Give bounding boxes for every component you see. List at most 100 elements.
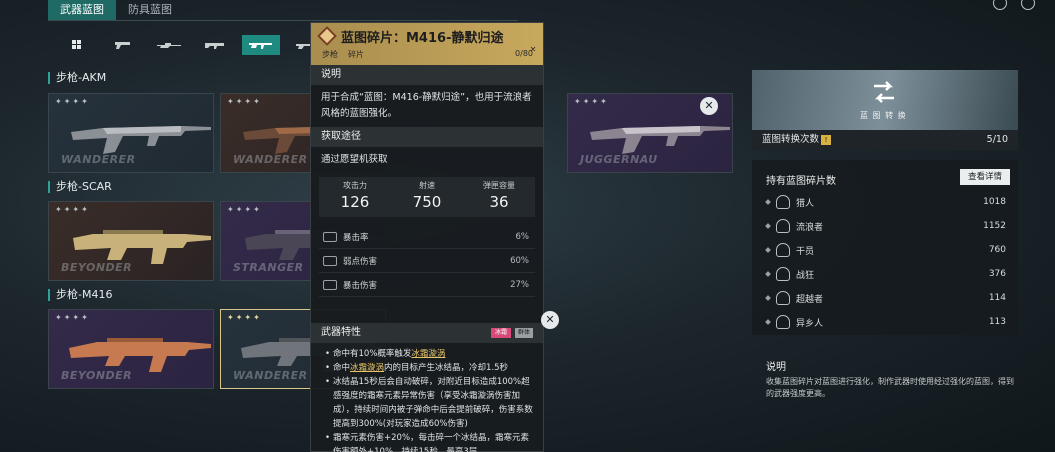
trait-header-label: 武器特性 bbox=[321, 327, 361, 338]
bullet-icon bbox=[765, 319, 771, 325]
stat-label: 射速 bbox=[419, 181, 435, 190]
frost-vortex-link[interactable]: 冰霜漩涡 bbox=[350, 363, 384, 373]
trait-item: 霜寒元素伤害+20%，每击碎一个冰结晶，霜寒元素伤害额外+10%，持续15秒，最… bbox=[325, 431, 533, 452]
trait-text: 命中有10%概率触发 bbox=[333, 349, 412, 359]
fragment-count: 376 bbox=[988, 269, 1006, 279]
rarity-stars: ✦✦✦✦ bbox=[55, 205, 90, 214]
section-label-m416: 步枪-M416 bbox=[48, 289, 112, 301]
crit-damage-icon bbox=[323, 279, 337, 290]
filter-rifle[interactable] bbox=[242, 35, 280, 55]
attribute-value: 6% bbox=[515, 231, 530, 242]
fragment-name: 干员 bbox=[796, 246, 815, 257]
fragment-row: 战狂 376 bbox=[765, 262, 1010, 286]
fragments-panel: 持有蓝图碎片数 查看详情 猎人 1018 流浪者 1152 干员 760 战狂 376 … bbox=[752, 160, 1018, 335]
trait-text: 内的目标产生冰结晶，冷却1.5秒 bbox=[384, 363, 509, 373]
rarity-stars: ✦✦✦✦ bbox=[227, 97, 262, 106]
weapon-type-filters bbox=[58, 35, 326, 55]
card-brand: JUGGERNAU bbox=[580, 153, 658, 166]
tooltip-header: 蓝图碎片：M416-静默归途 步枪 碎片 0/80 bbox=[311, 23, 543, 65]
filter-pistol[interactable] bbox=[104, 35, 142, 55]
stat-value: 750 bbox=[412, 193, 442, 211]
filter-sniper[interactable] bbox=[150, 35, 188, 55]
bullet-icon bbox=[765, 199, 771, 205]
stat-label: 弹匣容量 bbox=[483, 181, 515, 190]
blueprint-card[interactable]: ✦✦✦✦ JUGGERNAU ✕ bbox=[567, 93, 733, 173]
tooltip-category: 步枪 bbox=[322, 50, 338, 59]
close-icon[interactable] bbox=[1021, 0, 1035, 10]
right-desc-text: 收集蓝图碎片对蓝图进行强化，制作武器时使用经过强化的蓝图，得到的武器强度更高。 bbox=[766, 377, 1014, 398]
fragment-list: 猎人 1018 流浪者 1152 干员 760 战狂 376 超越者 114 异乡人 113 bbox=[765, 190, 1010, 334]
card-close-icon[interactable]: ✕ bbox=[541, 311, 559, 329]
fragment-count: 1152 bbox=[983, 221, 1006, 231]
tab-armor-blueprints[interactable]: 防具蓝图 bbox=[116, 0, 184, 20]
card-brand: WANDERER bbox=[61, 153, 136, 166]
bullet-icon bbox=[765, 271, 771, 277]
rarity-stars: ✦✦✦✦ bbox=[55, 97, 90, 106]
tab-weapon-blueprints[interactable]: 武器蓝图 bbox=[48, 0, 116, 20]
view-details-button[interactable]: 查看详情 bbox=[959, 169, 1010, 185]
blueprint-card[interactable]: ✦✦✦✦ BEYONDER bbox=[48, 201, 214, 281]
wanderer-emblem-icon bbox=[776, 219, 790, 233]
attribute-name: 暴击伤害 bbox=[343, 280, 378, 291]
bullet-icon bbox=[765, 223, 771, 229]
rarity-stars: ✦✦✦✦ bbox=[55, 313, 90, 322]
trait-text: 命中 bbox=[333, 363, 351, 373]
menu-icon[interactable] bbox=[993, 0, 1007, 10]
trait-item: 冰结晶15秒后会自动破碎，对附近目标造成100%超感强度的霜寒元素异常伤害（享受… bbox=[325, 375, 533, 431]
group-tag: 群体 bbox=[514, 328, 533, 338]
fragment-row: 猎人 1018 bbox=[765, 190, 1010, 214]
stat-attack: 攻击力 126 bbox=[319, 177, 391, 217]
fragment-row: 干员 760 bbox=[765, 238, 1010, 262]
fragment-name: 战狂 bbox=[796, 270, 815, 281]
smg-icon bbox=[205, 43, 224, 49]
fragment-name: 异乡人 bbox=[796, 318, 824, 329]
frost-vortex-link[interactable]: 冰霜漩涡 bbox=[411, 349, 445, 359]
hunter-emblem-icon bbox=[776, 195, 790, 209]
tooltip-type: 碎片 bbox=[348, 50, 364, 59]
stat-fire-rate: 射速 750 bbox=[391, 177, 463, 217]
fragment-count: 1018 bbox=[983, 197, 1006, 207]
card-brand: WANDERER bbox=[233, 153, 308, 166]
tooltip-close-icon[interactable]: ✕ bbox=[527, 44, 539, 56]
stat-label: 攻击力 bbox=[343, 181, 367, 190]
fragment-gem-icon bbox=[317, 26, 337, 46]
filter-smg[interactable] bbox=[196, 35, 234, 55]
bullet-icon bbox=[765, 295, 771, 301]
tooltip-subtitle: 步枪 碎片 bbox=[322, 49, 374, 60]
stat-magazine: 弹匣容量 36 bbox=[463, 177, 535, 217]
filter-all[interactable] bbox=[58, 35, 96, 55]
blueprint-convert-banner[interactable]: 蓝 图 转 换 bbox=[752, 70, 1018, 130]
frost-tag: 冰霜 bbox=[490, 328, 511, 338]
rifle-icon bbox=[249, 43, 272, 49]
fragment-count: 113 bbox=[988, 317, 1006, 327]
trait-item: 命中有10%概率触发冰霜漩涡 bbox=[325, 347, 533, 361]
info-icon[interactable]: ! bbox=[821, 134, 832, 145]
card-brand: BEYONDER bbox=[61, 261, 133, 274]
fragment-name: 流浪者 bbox=[796, 222, 824, 233]
bullet-icon bbox=[765, 247, 771, 253]
tabs-divider bbox=[48, 20, 518, 21]
blueprint-card[interactable]: ✦✦✦✦ WANDERER bbox=[48, 93, 214, 173]
tooltip-title: 蓝图碎片：M416-静默归途 bbox=[341, 31, 504, 46]
rarity-stars: ✦✦✦✦ bbox=[574, 97, 609, 106]
attribute-row: 暴击伤害 27% bbox=[319, 273, 535, 297]
blueprint-card[interactable]: ✦✦✦✦ BEYONDER bbox=[48, 309, 214, 389]
section-label-scar: 步枪-SCAR bbox=[48, 181, 112, 193]
fragments-title: 持有蓝图碎片数 bbox=[766, 176, 836, 187]
attribute-value: 27% bbox=[510, 279, 529, 290]
convert-label: 蓝图转换次数 bbox=[762, 134, 820, 145]
attribute-rows: 暴击率 6% 弱点伤害 60% 暴击伤害 27% bbox=[319, 225, 535, 297]
convert-arrows-icon bbox=[874, 81, 894, 103]
source-text: 通过愿望机获取 bbox=[321, 154, 388, 165]
fragment-row: 异乡人 113 bbox=[765, 310, 1010, 334]
attribute-row: 弱点伤害 60% bbox=[319, 249, 535, 273]
convert-count: 5/10 bbox=[986, 134, 1008, 145]
attribute-value: 60% bbox=[510, 255, 529, 266]
fragment-name: 猎人 bbox=[796, 198, 815, 209]
beyonder-emblem-icon bbox=[776, 291, 790, 305]
sniper-icon bbox=[157, 43, 181, 48]
pistol-icon bbox=[115, 42, 130, 49]
berserker-emblem-icon bbox=[776, 267, 790, 281]
card-brand: STRANGER bbox=[233, 261, 304, 274]
card-brand: BEYONDER bbox=[61, 369, 133, 382]
